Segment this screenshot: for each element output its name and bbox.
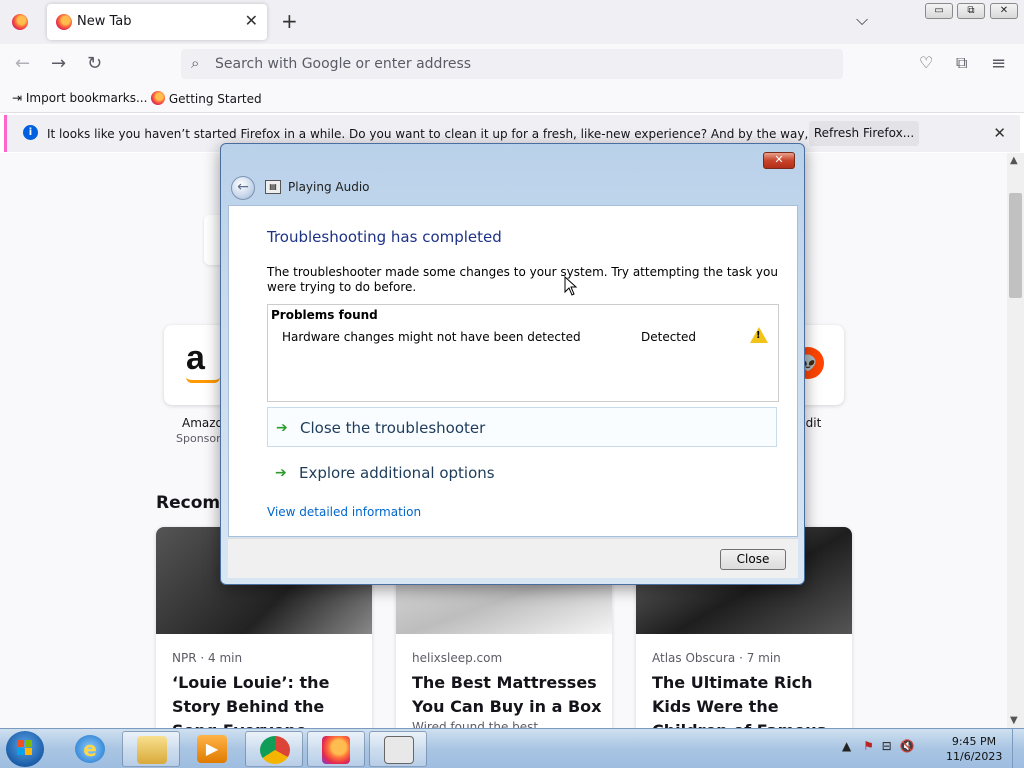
taskbar-chrome[interactable] [245,731,303,767]
green-arrow-icon: ➔ [276,420,288,436]
minimize-button[interactable]: ▭ [925,3,953,19]
new-tab-button[interactable]: + [281,9,298,33]
taskbar-internet-explorer[interactable]: e [61,731,119,767]
browser-tab-bar: New Tab ✕ + ⌵ ▭ ⧉ ✕ [0,0,1024,44]
bookmark-import[interactable]: ⇥ Import bookmarks... [12,91,147,105]
notification-close-icon[interactable]: ✕ [993,124,1006,142]
close-tab-icon[interactable]: ✕ [245,11,258,30]
bookmarks-toolbar: ⇥ Import bookmarks... Getting Started [0,85,1024,113]
pocket-icon[interactable]: ♡ [919,53,933,72]
troubleshooter-app-icon: ▤ [265,180,281,194]
address-bar-placeholder: Search with Google or enter address [215,56,472,72]
restore-button[interactable]: ⧉ [957,3,985,19]
notification-message: It looks like you haven’t started Firefo… [47,127,903,141]
taskbar-explorer[interactable] [122,731,180,767]
start-button[interactable] [6,731,44,767]
amazon-logo-icon: a [186,339,205,377]
green-arrow-icon: ➔ [275,465,287,481]
address-bar[interactable]: ⌕ Search with Google or enter address [181,49,843,79]
troubleshooter-dialog: ✕ ← ▤ Playing Audio Troubleshooting has … [220,143,805,585]
import-icon: ⇥ [12,91,23,105]
info-icon: i [23,125,38,140]
close-troubleshooter-command[interactable]: ➔ Close the troubleshooter [267,407,777,447]
windows-taskbar: e ▶ ▲ ⚑ ⊟ 🔇 9:45 PM 11/6/2023 [0,728,1024,768]
app-menu-icon[interactable]: ≡ [991,53,1006,74]
command-label: Close the troubleshooter [300,419,486,437]
desktop-screen: New Tab ✕ + ⌵ ▭ ⧉ ✕ ← → ↻ ♡ ⧉ ≡ ⌕ Search… [0,0,1024,768]
command-label: Explore additional options [299,464,495,482]
taskbar-troubleshooter[interactable] [369,731,427,767]
close-button[interactable]: Close [720,549,786,570]
problems-header: Problems found [271,308,378,322]
dialog-title: Playing Audio [288,180,370,194]
window-close-button[interactable]: ✕ [990,3,1018,19]
windows-logo-icon [17,740,32,755]
story-source: helixsleep.com [412,651,503,665]
taskbar-firefox[interactable] [307,731,365,767]
troubleshooter-icon [384,736,414,764]
mouse-cursor-icon [564,276,578,296]
explore-options-command[interactable]: ➔ Explore additional options [267,453,777,493]
bookmark-label: Getting Started [168,92,262,106]
firefox-tab-icon [56,14,72,30]
problem-status: Detected [641,330,697,344]
dialog-content: Troubleshooting has completed The troubl… [228,205,798,537]
firefox-icon [322,736,350,764]
dialog-close-icon[interactable]: ✕ [763,152,795,169]
shortcut-sponsored: Sponsor [176,432,221,445]
volume-muted-icon[interactable]: 🔇 [900,739,915,753]
search-icon: ⌕ [191,54,200,72]
scroll-up-icon[interactable]: ▲ [1010,155,1018,166]
story-source: Atlas Obscura · 7 min [652,651,781,665]
tab-new-tab[interactable]: New Tab ✕ [47,4,267,40]
refresh-firefox-button[interactable]: Refresh Firefox... [809,121,919,146]
taskbar-media-player[interactable]: ▶ [183,731,241,767]
list-all-tabs-icon[interactable]: ⌵ [856,10,868,30]
dialog-heading: Troubleshooting has completed [267,228,502,246]
tab-label: New Tab [77,14,132,29]
problems-found-box: Problems found Hardware changes might no… [267,304,779,402]
back-arrow-icon[interactable]: ← [231,176,255,200]
scroll-down-icon[interactable]: ▼ [1010,715,1018,726]
bookmark-getting-started[interactable]: Getting Started [151,91,262,106]
show-desktop-button[interactable] [1012,729,1024,768]
media-player-icon: ▶ [197,735,227,763]
forward-icon[interactable]: → [51,53,66,74]
internet-explorer-icon: e [75,735,105,763]
problem-name: Hardware changes might not have been det… [282,330,581,344]
story-title: The Best Mattresses You Can Buy in a Box [412,673,602,716]
firefox-menu-icon[interactable] [12,14,28,30]
action-center-icon[interactable]: ⚑ [863,739,874,753]
folder-icon [137,736,167,764]
story-source: NPR · 4 min [172,651,243,665]
dialog-footer: Close [228,538,798,578]
amazon-smile-icon [186,377,220,383]
reload-icon[interactable]: ↻ [87,53,102,74]
clock-time: 9:45 PM [951,735,997,748]
bookmark-label: Import bookmarks... [25,91,148,105]
show-hidden-icons[interactable]: ▲ [842,739,851,753]
dialog-description: The troubleshooter made some changes to … [267,265,778,294]
warning-icon: ! [750,327,768,343]
scrollbar-thumb[interactable] [1009,193,1022,298]
system-tray: ▲ ⚑ ⊟ 🔇 [842,739,915,753]
network-icon[interactable]: ⊟ [882,739,892,753]
firefox-bookmark-icon [151,91,165,105]
clock-date: 11/6/2023 [946,750,1003,763]
extensions-icon[interactable]: ⧉ [956,53,967,73]
shortcut-label: Amazo [182,416,223,430]
taskbar-clock[interactable]: 9:45 PM 11/6/2023 [946,734,1002,764]
chrome-icon [260,736,290,764]
view-detailed-information-link[interactable]: View detailed information [267,505,421,519]
back-icon[interactable]: ← [15,53,30,74]
